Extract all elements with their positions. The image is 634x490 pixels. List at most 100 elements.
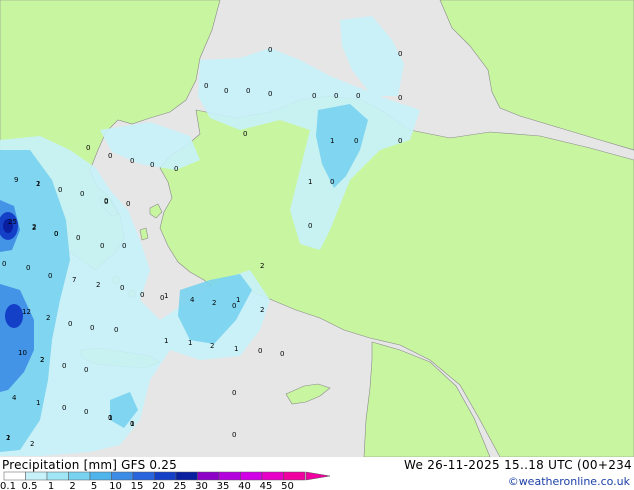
point-value: 0	[268, 46, 272, 54]
point-value: 1	[164, 292, 168, 300]
point-value: 10	[18, 349, 27, 357]
scale-label: 5	[91, 481, 97, 490]
point-value: 0	[76, 234, 80, 242]
scale-label: 20	[152, 481, 165, 490]
point-value: 0	[54, 230, 58, 238]
point-value: 0	[120, 284, 124, 292]
scale-label: 30	[195, 481, 208, 490]
scale-label: 35	[217, 481, 230, 490]
point-value: 2	[46, 314, 50, 322]
point-value: 0	[330, 178, 334, 186]
point-value: 0	[354, 137, 358, 145]
point-value: 0	[243, 130, 247, 138]
point-value: 2	[32, 223, 36, 231]
point-value: 1	[330, 137, 334, 145]
point-value: 4	[190, 296, 195, 304]
point-value: 25	[8, 218, 17, 226]
scale-label: 15	[131, 481, 144, 490]
scale-swatch	[218, 471, 241, 481]
point-value: 0	[398, 137, 402, 145]
scale-label: 45	[260, 481, 273, 490]
point-value: 9	[14, 176, 18, 184]
point-value: 2	[260, 306, 264, 314]
scale-swatch	[132, 471, 155, 481]
point-value: 1	[36, 399, 40, 407]
scale-swatch	[175, 471, 198, 481]
scale-label: 40	[238, 481, 251, 490]
scale-swatch	[25, 471, 48, 481]
point-value: 0	[308, 222, 312, 230]
point-value: 0	[90, 324, 94, 332]
scale-label: 25	[174, 481, 187, 490]
point-value: 2	[40, 356, 44, 364]
point-value: 0	[114, 326, 118, 334]
point-value: 0	[268, 90, 272, 98]
point-value: 0	[48, 272, 52, 280]
scale-swatch	[68, 471, 91, 481]
scale-label: 10	[109, 481, 122, 490]
point-value: 4	[12, 394, 17, 402]
point-value: 1	[308, 178, 312, 186]
point-value: 0	[126, 200, 130, 208]
scale-swatch	[46, 471, 69, 481]
point-value: 0	[104, 197, 108, 205]
point-value: 1	[188, 339, 192, 347]
point-value: 0	[130, 157, 134, 165]
scale-swatch	[283, 471, 306, 481]
point-value: 0	[80, 190, 84, 198]
point-value: 2	[30, 440, 34, 448]
point-value: 0	[122, 242, 126, 250]
point-value: 0	[62, 362, 66, 370]
point-value: 0	[174, 165, 178, 173]
point-value: 0	[232, 431, 236, 439]
point-value: 1	[36, 180, 40, 188]
point-value: 0	[280, 350, 284, 358]
point-value: 0	[334, 92, 338, 100]
point-value: 0	[86, 144, 90, 152]
point-value: 0	[258, 347, 262, 355]
point-value: 0	[246, 87, 250, 95]
point-value: 0	[100, 242, 104, 250]
scale-swatch	[89, 471, 112, 481]
scale-label: 2	[69, 481, 75, 490]
point-value: 0	[84, 366, 88, 374]
point-value: 0	[2, 260, 6, 268]
point-value: 1	[234, 345, 238, 353]
point-value: 0	[62, 404, 66, 412]
point-value: 0	[108, 152, 112, 160]
point-value: 1	[164, 337, 168, 345]
point-value: 2	[210, 342, 214, 350]
map-timestamp: We 26-11-2025 15..18 UTC (00+234	[403, 458, 632, 472]
scale-swatch	[154, 471, 177, 481]
point-value: 0	[58, 186, 62, 194]
scale-arrow	[305, 471, 331, 481]
scale-swatch	[240, 471, 263, 481]
point-value: 2	[212, 299, 216, 307]
scale-swatch	[3, 471, 26, 481]
point-value: 0	[356, 92, 360, 100]
credit-link[interactable]: ©weatheronline.co.uk	[508, 475, 630, 488]
scale-swatch	[197, 471, 220, 481]
point-value: 0	[398, 50, 402, 58]
point-value: 0	[68, 320, 72, 328]
point-value: 2	[260, 262, 264, 270]
point-value: 7	[72, 276, 76, 284]
point-value: 1	[108, 414, 112, 422]
point-value: 2	[6, 434, 10, 442]
scale-label: 0.5	[22, 481, 38, 490]
point-value: 0	[204, 82, 208, 90]
point-value: 12	[22, 308, 31, 316]
map-canvas: 0 000 0 0 0 0 0 001 0 0000 0 01 020 00000 00 0200 09 1020…	[0, 0, 634, 457]
scale-swatch	[111, 471, 134, 481]
point-value: 0	[224, 87, 228, 95]
scale-swatch	[261, 471, 284, 481]
point-value: 0	[140, 291, 144, 299]
point-value: 0	[398, 94, 402, 102]
point-value: 1	[130, 420, 134, 428]
point-value: 0	[232, 389, 236, 397]
point-value: 1	[236, 296, 240, 304]
precipitation-map: 0000000000010000000102000000000200091020…	[0, 0, 634, 457]
scale-label: 1	[48, 481, 54, 490]
point-value: 0	[150, 161, 154, 169]
point-value: 0	[312, 92, 316, 100]
